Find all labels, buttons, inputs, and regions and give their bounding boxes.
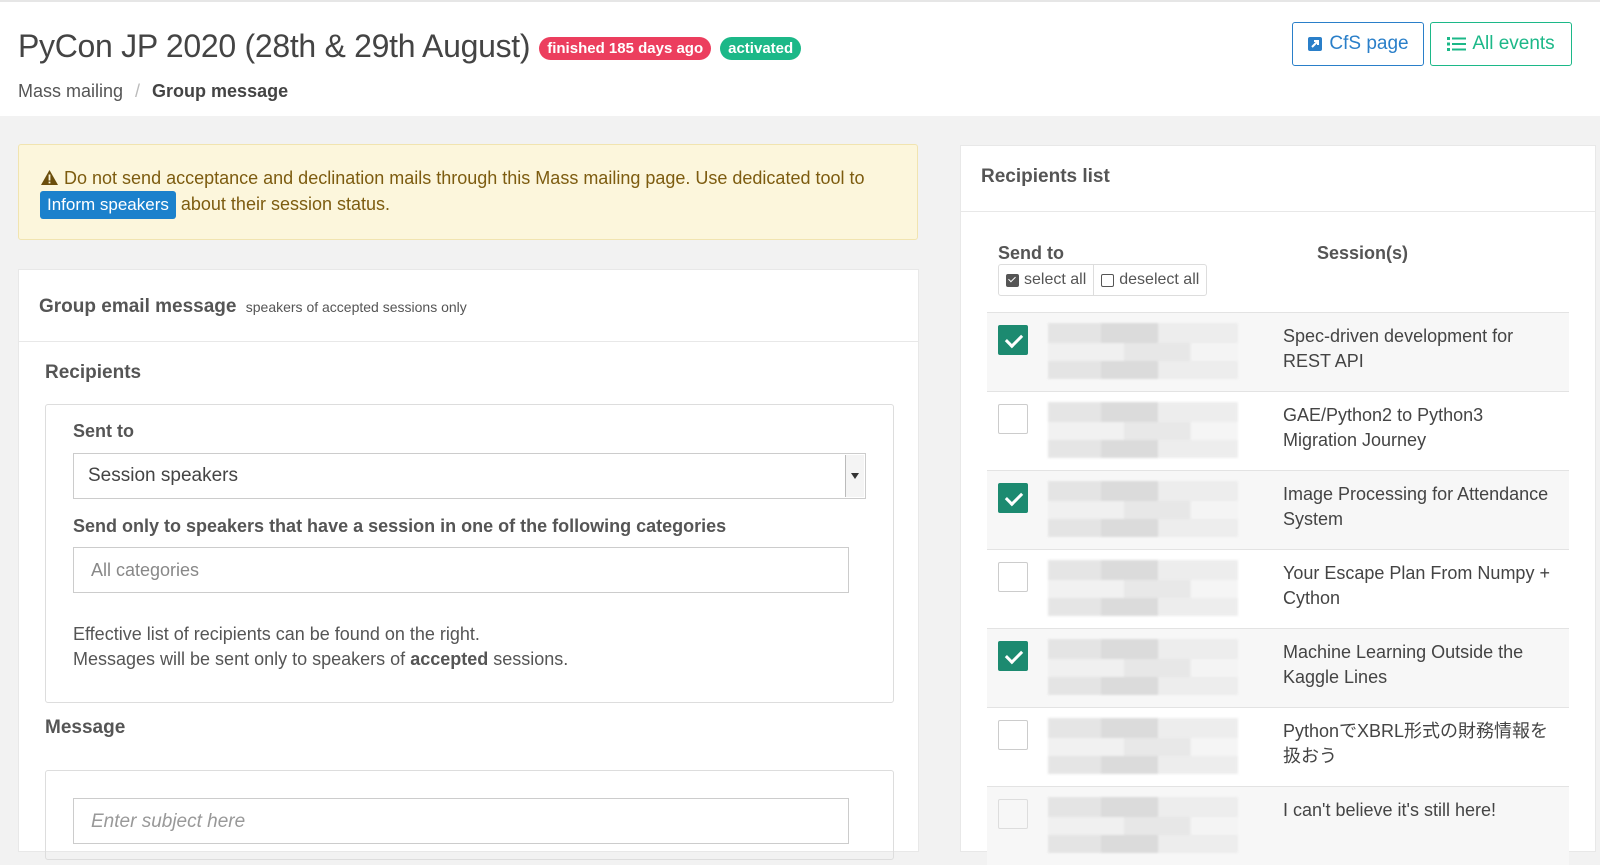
all-events-label: All events [1472,33,1555,54]
event-title: PyCon JP 2020 (28th & 29th August) [18,28,531,64]
recipient-row: GAE/Python2 to Python3 Migration Journey [987,391,1569,470]
recipient-checkbox[interactable] [998,562,1028,592]
recipient-checkbox[interactable] [998,799,1028,829]
recipients-list-panel: Recipients list Send to Session(s) selec… [960,145,1596,865]
checked-box-icon [1006,273,1019,287]
recipient-row: Machine Learning Outside the Kaggle Line… [987,628,1569,707]
redacted-speaker-name [1048,639,1238,695]
session-title: Image Processing for Attendance System [1283,484,1549,529]
empty-box-icon [1101,273,1115,287]
recipient-checkbox[interactable] [998,404,1028,434]
select-all-label: select all [1024,271,1087,288]
redacted-speaker-name [1048,481,1238,537]
breadcrumb: Mass mailing / Group message [18,81,288,102]
categories-input[interactable]: All categories [73,547,849,593]
cfs-page-label: CfS page [1329,33,1409,54]
inform-speakers-link[interactable]: Inform speakers [40,191,176,219]
warning-text-before: Do not send acceptance and declination m… [64,168,865,188]
redacted-speaker-name [1048,402,1238,458]
message-label: Message [45,717,126,738]
redacted-speaker-name [1048,718,1238,774]
recipient-row: I can't believe it's still here! [987,786,1569,865]
select-arrow-icon [845,455,864,497]
deselect-all-label: deselect all [1119,271,1200,288]
breadcrumb-mass-mailing[interactable]: Mass mailing [18,81,123,101]
recipient-row: PythonでXBRL形式の財務情報を扱おう [987,707,1569,786]
session-title: PythonでXBRL形式の財務情報を扱おう [1283,721,1549,766]
group-message-card: Group email message speakers of accepted… [18,269,919,860]
session-title: Spec-driven development for REST API [1283,326,1514,371]
subject-input[interactable]: Enter subject here [73,798,849,844]
categories-label: Send only to speakers that have a sessio… [73,516,727,536]
activated-badge: activated [720,37,802,60]
col-send-to: Send to [998,243,1064,263]
recipients-note: Effective list of recipients can be foun… [73,622,568,672]
external-link-icon [1308,37,1323,51]
all-events-button[interactable]: All events [1430,22,1572,66]
recipient-row: Image Processing for Attendance System [987,470,1569,549]
group-card-title: Group email message [39,296,237,317]
note-line2-bold: accepted [410,649,489,669]
redacted-speaker-name [1048,797,1238,853]
warning-triangle-icon [41,170,58,185]
deselect-all-button[interactable]: deselect all [1093,265,1206,295]
breadcrumb-current: Group message [152,81,289,101]
recipient-checkbox[interactable] [998,483,1028,513]
redacted-speaker-name [1048,323,1238,379]
selection-buttons: select all deselect all [998,264,1208,296]
session-title: GAE/Python2 to Python3 Migration Journey [1283,405,1484,450]
sent-to-value: Session speakers [88,465,238,486]
group-card-subtitle: speakers of accepted sessions only [245,299,467,315]
breadcrumb-separator: / [135,81,141,101]
warning-alert: Do not send acceptance and declination m… [18,144,918,240]
session-title: Machine Learning Outside the Kaggle Line… [1283,642,1524,687]
recipient-row: Spec-driven development for REST API [987,312,1569,391]
finished-badge: finished 185 days ago [539,37,712,60]
categories-placeholder: All categories [91,560,200,580]
note-line2-after: sessions. [493,649,569,669]
recipient-checkbox[interactable] [998,720,1028,750]
group-card-header: Group email message speakers of accepted… [19,270,918,342]
recipient-checkbox[interactable] [998,325,1028,355]
sent-to-label: Sent to [73,421,134,441]
recipient-row: Your Escape Plan From Numpy + Cython [987,549,1569,628]
message-box: Enter subject here [45,770,894,860]
col-sessions: Session(s) [1317,243,1409,263]
recipients-label: Recipients [45,362,142,383]
cfs-page-button[interactable]: CfS page [1292,22,1424,66]
redacted-speaker-name [1048,560,1238,616]
select-all-button[interactable]: select all [999,265,1093,295]
session-title: I can't believe it's still here! [1283,800,1496,820]
recipient-checkbox[interactable] [998,641,1028,671]
note-line2-before: Messages will be sent only to speakers o… [73,649,406,669]
list-icon [1447,37,1467,51]
warning-text-after: about their session status. [180,194,391,214]
recipients-list-title: Recipients list [961,146,1595,212]
session-title: Your Escape Plan From Numpy + Cython [1283,563,1550,608]
sent-to-select[interactable]: Session speakers [73,453,866,499]
note-line1: Effective list of recipients can be foun… [73,624,480,644]
page-header: PyCon JP 2020 (28th & 29th August) finis… [0,2,1600,116]
title-row: PyCon JP 2020 (28th & 29th August) finis… [18,28,802,65]
recipients-box: Sent to Session speakers Send only to sp… [45,404,894,703]
subject-placeholder: Enter subject here [91,811,246,832]
